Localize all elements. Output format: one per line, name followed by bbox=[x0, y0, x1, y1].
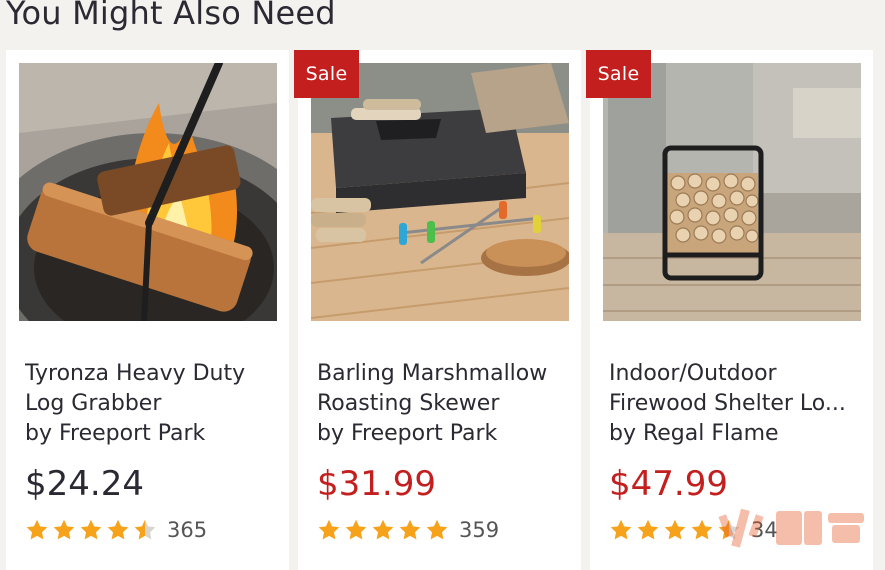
star-full-icon bbox=[664, 519, 686, 540]
product-title[interactable]: Indoor/Outdoor Firewood Shelter Lo... by… bbox=[609, 359, 861, 449]
sale-badge: Sale bbox=[294, 50, 359, 98]
star-full-icon bbox=[53, 519, 75, 540]
star-full-icon bbox=[318, 519, 340, 540]
product-price: $31.99 bbox=[317, 464, 436, 504]
star-rating: 365 bbox=[25, 518, 207, 542]
star-full-icon bbox=[80, 519, 102, 540]
star-full-icon bbox=[637, 519, 659, 540]
product-card[interactable]: Sale bbox=[586, 50, 873, 570]
star-full-icon bbox=[399, 519, 421, 540]
product-title[interactable]: Barling Marshmallow Roasting Skewer by F… bbox=[317, 359, 569, 449]
product-image-roasting-skewer[interactable] bbox=[311, 63, 569, 321]
product-name-line[interactable]: Firewood Shelter Lo... bbox=[609, 389, 861, 419]
review-count[interactable]: 359 bbox=[459, 518, 499, 542]
star-half-icon bbox=[134, 519, 156, 540]
product-name-line[interactable]: Indoor/Outdoor bbox=[609, 359, 861, 389]
star-full-icon bbox=[107, 519, 129, 540]
star-full-icon bbox=[610, 519, 632, 540]
product-name-line[interactable]: Log Grabber bbox=[25, 389, 277, 419]
stars-container bbox=[317, 518, 449, 542]
star-full-icon bbox=[691, 519, 713, 540]
product-image-log-grabber[interactable] bbox=[19, 63, 277, 321]
product-name-line[interactable]: Barling Marshmallow bbox=[317, 359, 569, 389]
product-name-line[interactable]: Tyronza Heavy Duty bbox=[25, 359, 277, 389]
star-full-icon bbox=[26, 519, 48, 540]
star-rating: 359 bbox=[317, 518, 499, 542]
star-full-icon bbox=[372, 519, 394, 540]
product-image-firewood-rack[interactable] bbox=[603, 63, 861, 321]
product-brand[interactable]: by Regal Flame bbox=[609, 419, 861, 449]
product-brand[interactable]: by Freeport Park bbox=[317, 419, 569, 449]
section-title: You Might Also Need bbox=[6, 0, 336, 32]
sale-badge: Sale bbox=[586, 50, 651, 98]
product-brand[interactable]: by Freeport Park bbox=[25, 419, 277, 449]
product-card[interactable]: Tyronza Heavy Duty Log Grabber by Freepo… bbox=[6, 50, 289, 570]
product-price: $47.99 bbox=[609, 464, 728, 504]
product-grid: Tyronza Heavy Duty Log Grabber by Freepo… bbox=[6, 50, 873, 570]
stars-container bbox=[25, 518, 157, 542]
watermark-logo bbox=[718, 505, 868, 560]
star-full-icon bbox=[345, 519, 367, 540]
product-name-line[interactable]: Roasting Skewer bbox=[317, 389, 569, 419]
review-count[interactable]: 365 bbox=[167, 518, 207, 542]
product-title[interactable]: Tyronza Heavy Duty Log Grabber by Freepo… bbox=[25, 359, 277, 449]
product-price: $24.24 bbox=[25, 464, 144, 504]
product-card[interactable]: Sale bbox=[294, 50, 581, 570]
star-full-icon bbox=[426, 519, 448, 540]
